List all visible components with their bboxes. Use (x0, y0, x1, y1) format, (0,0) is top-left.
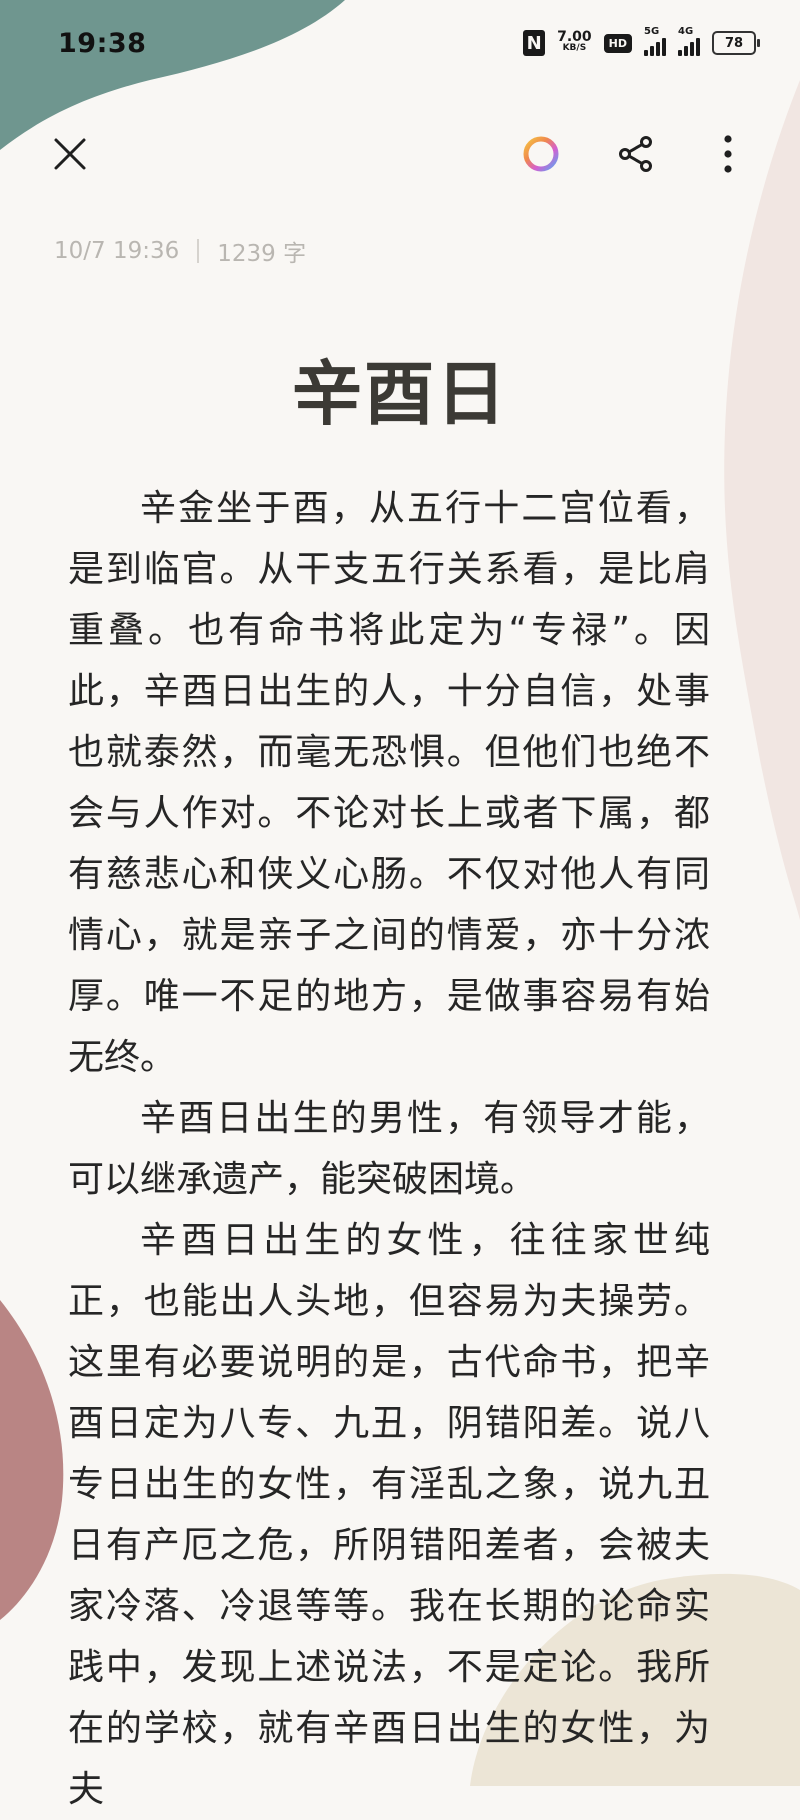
hd-icon: HD (603, 33, 632, 53)
close-icon (54, 138, 86, 170)
note-toolbar (0, 120, 800, 190)
note-body[interactable]: 辛金坐于酉，从五行十二宫位看，是到临官。从干支五行关系看，是比肩重叠。也有命书将… (68, 478, 710, 1820)
meta-divider (197, 239, 200, 263)
note-meta: 10/7 19:36 1239 字 (54, 234, 306, 268)
theme-button[interactable] (513, 126, 569, 182)
blush-blob-shape (724, 80, 800, 920)
status-bar: 19:38 N 7.00 KB/S HD 5G 4G 78 (0, 0, 800, 92)
network-speed-unit: KB/S (562, 43, 587, 53)
network-speed-value: 7.00 (557, 29, 592, 45)
share-button[interactable] (608, 126, 664, 182)
signal-4g-tag: 4G (678, 26, 694, 37)
note-word-count: 1239 字 (217, 241, 307, 267)
note-paragraph: 辛金坐于酉，从五行十二宫位看，是到临官。从干支五行关系看，是比肩重叠。也有命书将… (68, 488, 710, 1078)
signal-5g-tag: 5G (644, 26, 660, 37)
share-icon (619, 136, 652, 172)
nfc-icon: N (523, 30, 546, 56)
note-title[interactable]: 辛酉日 (0, 338, 800, 439)
signal-5g-icon: 5G (644, 26, 666, 56)
status-icons: N 7.00 KB/S HD 5G 4G 78 (523, 26, 760, 56)
more-vertical-icon (724, 135, 732, 173)
note-timestamp: 10/7 19:36 (54, 238, 180, 264)
more-button[interactable] (700, 126, 756, 182)
network-speed: 7.00 KB/S (557, 29, 592, 54)
battery-level: 78 (724, 35, 744, 51)
color-ring-icon (523, 136, 559, 172)
signal-4g-icon: 4G (678, 26, 700, 56)
status-time: 19:38 (58, 28, 147, 59)
battery-icon: 78 (712, 31, 760, 55)
note-paragraph: 辛酉日出生的女性，往往家世纯正，也能出人头地，但容易为夫操劳。这里有必要说明的是… (68, 1220, 710, 1810)
rose-blob-shape (0, 1300, 64, 1620)
close-button[interactable] (42, 126, 98, 182)
note-paragraph: 辛酉日出生的男性，有领导才能，可以继承遗产，能突破困境。 (68, 1098, 710, 1200)
